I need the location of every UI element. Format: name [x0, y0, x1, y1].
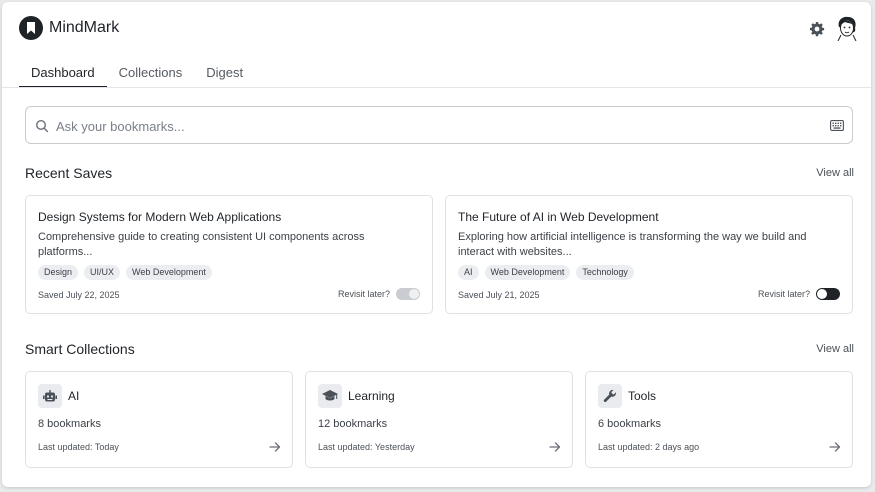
tag-list: AI Web Development Technology — [458, 265, 634, 280]
collection-count: 12 bookmarks — [318, 418, 388, 430]
app-name: MindMark — [49, 19, 120, 36]
app-window: MindMark Dashboard Collections Digest As… — [2, 2, 871, 487]
tag[interactable]: Design — [38, 265, 79, 280]
toggle-knob — [817, 289, 827, 299]
search-input[interactable] — [56, 115, 816, 137]
collection-name[interactable]: Tools — [628, 389, 656, 403]
search-bar[interactable] — [25, 106, 853, 144]
bookmark-description: Comprehensive guide to creating consiste… — [38, 231, 365, 258]
collection-count: 8 bookmarks — [38, 418, 101, 430]
collections-view-all-link[interactable]: View all — [816, 343, 854, 355]
arrow-right-icon[interactable] — [549, 441, 561, 453]
revisit-toggle[interactable] — [816, 288, 840, 300]
toggle-knob — [409, 289, 419, 299]
recent-saves-title: Recent Saves — [25, 165, 113, 181]
search-icon — [35, 119, 49, 133]
bookmark-title[interactable]: Design Systems for Modern Web Applicatio… — [38, 210, 281, 224]
collection-card[interactable]: Learning 12 bookmarks Last updated: Yest… — [305, 371, 573, 468]
collection-updated: Last updated: Today — [38, 442, 119, 452]
collection-name[interactable]: AI — [68, 389, 79, 403]
tag[interactable]: UI/UX — [84, 265, 121, 280]
revisit-toggle[interactable] — [396, 288, 420, 300]
graduation-cap-icon — [318, 384, 342, 408]
saved-date: Saved July 21, 2025 — [458, 290, 540, 300]
header: MindMark — [2, 2, 871, 54]
brand[interactable]: MindMark — [19, 16, 119, 40]
revisit-label: Revisit later? — [337, 289, 390, 299]
tag[interactable]: Web Development — [126, 265, 212, 280]
saved-date: Saved July 22, 2025 — [38, 290, 120, 300]
tag-list: Design UI/UX Web Development — [38, 265, 212, 280]
collection-updated: Last updated: 2 days ago — [598, 442, 700, 452]
collection-card[interactable]: Tools 6 bookmarks Last updated: 2 days a… — [585, 371, 853, 468]
tab-dashboard[interactable]: Dashboard — [19, 54, 107, 88]
tabs-divider — [2, 87, 871, 88]
tag[interactable]: AI — [458, 265, 479, 280]
bookmark-title[interactable]: The Future of AI in Web Development — [458, 210, 659, 224]
keyboard-icon[interactable] — [830, 120, 844, 131]
tab-collections[interactable]: Collections — [107, 54, 195, 88]
revisit-control: Revisit later? — [338, 288, 420, 300]
bookmark-card[interactable]: Design Systems for Modern Web Applicatio… — [25, 195, 433, 314]
collection-updated: Last updated: Yesterday — [318, 442, 415, 452]
collection-name[interactable]: Learning — [348, 389, 395, 403]
arrow-right-icon[interactable] — [829, 441, 841, 453]
gear-icon[interactable] — [809, 21, 825, 37]
bookmark-logo-icon — [19, 16, 43, 40]
robot-icon — [38, 384, 62, 408]
collection-card[interactable]: AI 8 bookmarks Last updated: Today — [25, 371, 293, 468]
arrow-right-icon[interactable] — [269, 441, 281, 453]
collection-count: 6 bookmarks — [598, 418, 661, 430]
recent-view-all-link[interactable]: View all — [816, 167, 854, 179]
tab-digest[interactable]: Digest — [194, 54, 255, 88]
avatar[interactable] — [835, 15, 859, 41]
bookmark-description: Exploring how artificial intelligence is… — [458, 231, 807, 258]
tag[interactable]: Technology — [576, 265, 634, 280]
revisit-label: Revisit later? — [757, 289, 810, 299]
bookmark-card[interactable]: The Future of AI in Web Development Expl… — [445, 195, 853, 314]
nav-tabs: Dashboard Collections Digest — [19, 54, 255, 88]
tag[interactable]: Web Development — [484, 265, 571, 280]
wrench-icon — [598, 384, 622, 408]
smart-collections-title: Smart Collections — [25, 341, 135, 357]
revisit-control: Revisit later? — [758, 288, 840, 300]
